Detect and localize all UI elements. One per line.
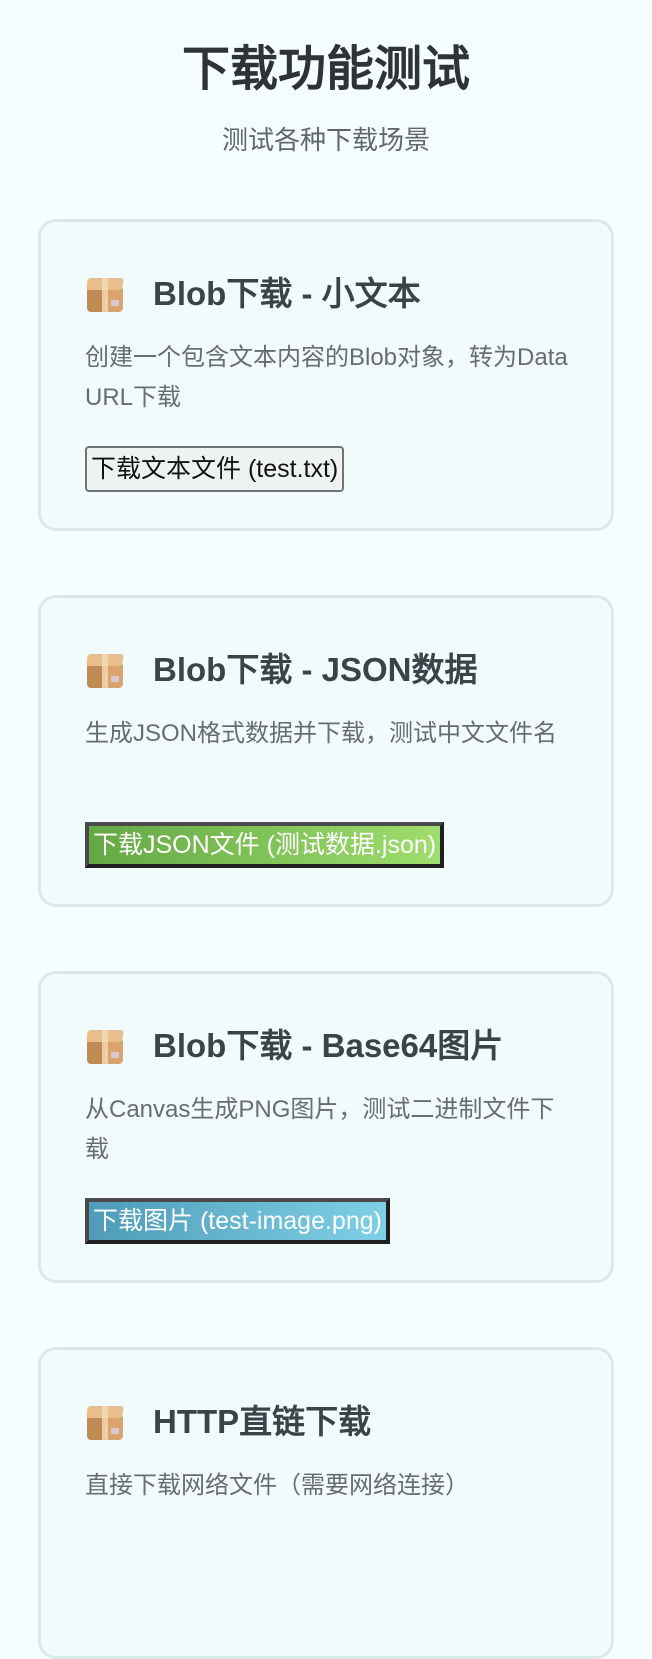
package-icon	[85, 1402, 125, 1442]
package-icon	[85, 650, 125, 690]
card-header: Blob下载 - Base64图片	[85, 1018, 503, 1074]
download-text-file-button[interactable]: 下载文本文件 (test.txt)	[85, 446, 345, 492]
card-title: Blob下载 - Base64图片	[153, 1027, 504, 1064]
card-title: HTTP直链下载	[153, 1403, 372, 1440]
package-icon	[85, 1026, 125, 1066]
page-title: 下载功能测试	[181, 43, 470, 96]
page-subtitle: 测试各种下载场景	[221, 125, 430, 155]
card-header: HTTP直链下载	[85, 1394, 371, 1450]
package-icon	[85, 274, 125, 314]
download-card-blob-text: Blob下载 - 小文本 创建一个包含文本内容的Blob对象，转为Data UR…	[38, 219, 614, 531]
card-header: Blob下载 - JSON数据	[85, 642, 478, 698]
card-header: Blob下载 - 小文本	[85, 266, 421, 322]
download-card-blob-json: Blob下载 - JSON数据 生成JSON格式数据并下载，测试中文文件名 下载…	[38, 595, 614, 907]
download-card-blob-image: Blob下载 - Base64图片 从Canvas生成PNG图片，测试二进制文件…	[38, 971, 614, 1283]
download-json-file-button[interactable]: 下载JSON文件 (测试数据.json)	[85, 822, 445, 868]
card-description: 创建一个包含文本内容的Blob对象，转为Data URL下载	[85, 344, 568, 411]
card-description: 生成JSON格式数据并下载，测试中文文件名	[85, 720, 558, 747]
download-card-http: HTTP直链下载 直接下载网络文件（需要网络连接）	[38, 1347, 614, 1659]
card-title: Blob下载 - 小文本	[153, 275, 421, 312]
card-title: Blob下载 - JSON数据	[153, 651, 478, 688]
card-description: 从Canvas生成PNG图片，测试二进制文件下载	[85, 1096, 555, 1163]
card-description: 直接下载网络文件（需要网络连接）	[85, 1472, 469, 1499]
download-image-button[interactable]: 下载图片 (test-image.png)	[85, 1198, 390, 1244]
